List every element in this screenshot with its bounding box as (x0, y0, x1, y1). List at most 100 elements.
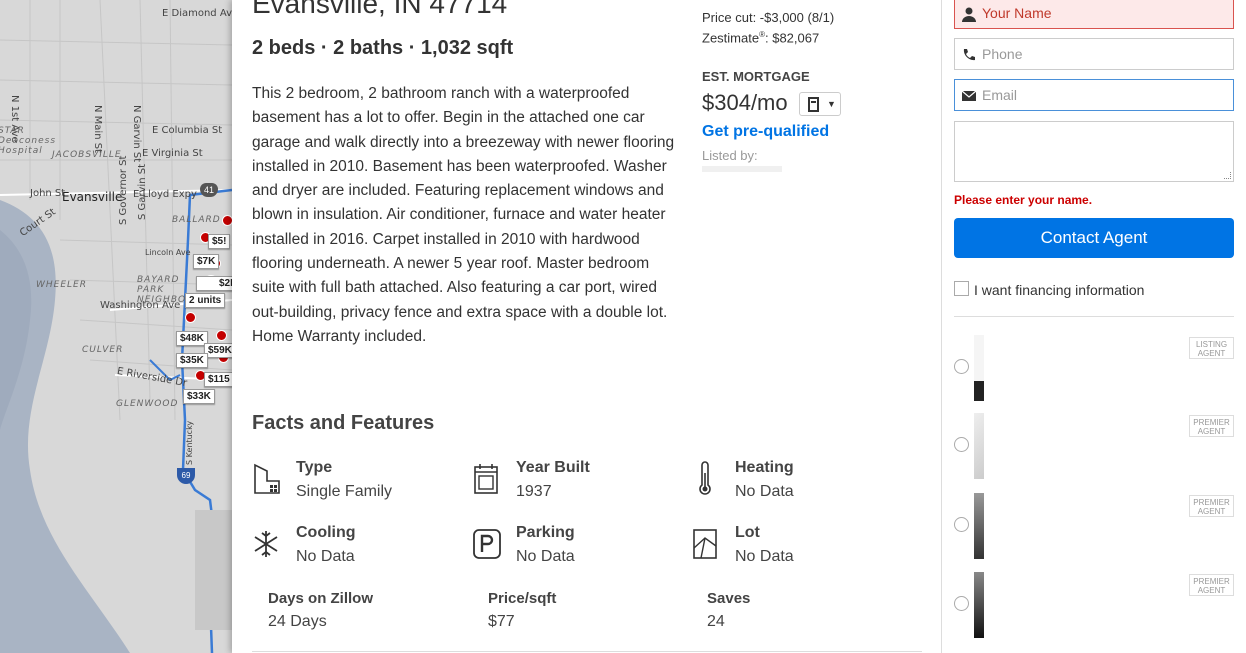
listed-by-label: Listed by: (702, 148, 758, 163)
stat-name: Saves (707, 590, 751, 607)
agent-radio[interactable] (954, 596, 969, 611)
listing-address: Evansville, IN 47714 (252, 0, 508, 19)
map-canvas[interactable] (0, 0, 232, 653)
price-tag[interactable]: $7K (193, 254, 220, 269)
name-placeholder: Your Name (982, 5, 1052, 21)
parking-icon (473, 529, 501, 559)
stat-name: Days on Zillow (268, 590, 374, 607)
prequalify-link[interactable]: Get pre-qualified (702, 123, 829, 141)
price-tag[interactable]: $33K (183, 389, 215, 404)
neighborhood-label: GLENWOOD (116, 399, 179, 409)
fact-value: No Data (735, 483, 794, 500)
agent-badge: PREMIER AGENT (1189, 415, 1234, 437)
building-icon (254, 463, 280, 494)
price-tag[interactable]: 2 units (185, 293, 226, 308)
map-pin[interactable] (222, 215, 232, 226)
name-field[interactable]: Your Name (954, 0, 1234, 29)
neighborhood-label: BALLARD (172, 215, 221, 225)
zestimate-value: : $82,067 (764, 30, 820, 46)
agent-badge: LISTING AGENT (1189, 337, 1234, 359)
agent-radio[interactable] (954, 437, 969, 452)
agent-radio[interactable] (954, 517, 969, 532)
neighborhood-label: JACOBSVILLE (52, 150, 122, 160)
city-label: Evansville (62, 190, 123, 204)
financing-label: I want financing information (974, 282, 1145, 298)
neighborhood-label: WHEELER (36, 280, 87, 290)
fact-name: Year Built (516, 459, 590, 476)
fact-value: No Data (735, 548, 794, 565)
fact-year-built: Year Built 1937 (472, 459, 672, 503)
street-label: S Governor St (118, 155, 129, 225)
street-label: S Garvin St (137, 164, 148, 220)
agent-option[interactable]: PREMIER AGENT (954, 493, 1234, 559)
fact-heating: Heating No Data (691, 459, 891, 503)
stat-value: 24 (707, 613, 725, 630)
street-label: S Kentucky (185, 420, 194, 465)
fact-name: Lot (735, 524, 760, 541)
price-tag[interactable]: $5! (208, 234, 231, 249)
fact-parking: Parking No Data (472, 524, 672, 568)
fact-name: Parking (516, 524, 575, 541)
agent-option[interactable]: PREMIER AGENT (954, 413, 1234, 479)
street-label: N Garvin St (131, 105, 142, 163)
lot-icon (693, 529, 717, 559)
stat-price-per-sqft: Price/sqft $77 (488, 590, 688, 631)
map-pin[interactable] (216, 330, 227, 341)
error-message: Please enter your name. (954, 193, 1093, 207)
email-placeholder: Email (982, 87, 1018, 103)
price-tag[interactable]: $2K (196, 276, 232, 291)
fact-lot: Lot No Data (691, 524, 891, 568)
fact-type: Type Single Family (252, 459, 452, 503)
map-panel[interactable]: E Diamond Ave N 1st Ave N Garvin St N Ma… (0, 0, 232, 653)
fact-name: Cooling (296, 524, 356, 541)
contact-agent-panel: Your Name Phone Email Please enter your … (941, 0, 1246, 653)
stat-value: 24 Days (268, 613, 327, 630)
agent-photo (974, 493, 984, 559)
fact-value: 1937 (516, 483, 552, 500)
agent-radio[interactable] (954, 359, 969, 374)
user-icon (962, 7, 976, 22)
neighborhood-label: CULVER (82, 345, 124, 355)
street-label: John St (30, 188, 66, 199)
fact-value: Single Family (296, 483, 393, 500)
price-tag[interactable]: $35K (176, 353, 208, 368)
contact-agent-button[interactable]: Contact Agent (954, 218, 1234, 258)
calendar-icon (474, 464, 498, 494)
phone-field[interactable]: Phone (954, 38, 1234, 70)
agent-option[interactable]: LISTING AGENT (954, 335, 1234, 401)
fact-name: Type (296, 459, 333, 476)
zestimate-label: Zestimate (702, 30, 760, 46)
agent-badge: PREMIER AGENT (1189, 574, 1234, 596)
listing-detail-panel: Evansville, IN 47714 2 beds · 2 baths · … (232, 0, 941, 653)
stat-value: $77 (488, 613, 515, 630)
email-field[interactable]: Email (954, 79, 1234, 111)
zestimate[interactable]: Zestimate®: $82,067 (702, 30, 819, 45)
message-textarea[interactable] (954, 121, 1234, 182)
agent-option[interactable]: PREMIER AGENT (954, 572, 1234, 638)
street-label: E Columbia St (152, 125, 223, 136)
mortgage-value: $304/mo (702, 90, 788, 115)
financing-checkbox[interactable] (954, 281, 969, 296)
phone-icon (963, 49, 975, 61)
stat-days-on-zillow: Days on Zillow 24 Days (268, 590, 468, 631)
chevron-down-icon: ▼ (827, 99, 836, 109)
price-tag[interactable]: $115 (204, 372, 232, 387)
street-label: E Virginia St (142, 148, 203, 159)
street-label: N Main St (92, 105, 103, 153)
route-shield: 41 (200, 183, 218, 197)
divider (954, 316, 1234, 317)
listing-summary: 2 beds · 2 baths · 1,032 sqft (252, 37, 514, 59)
listing-description: This 2 bedroom, 2 bathroom ranch with a … (252, 85, 675, 345)
price-tag[interactable]: $59K (204, 343, 232, 358)
envelope-icon (961, 90, 977, 101)
agent-badge: PREMIER AGENT (1189, 495, 1234, 517)
mortgage-label: EST. MORTGAGE (702, 69, 810, 84)
listed-by-value (702, 166, 782, 172)
calculator-icon (808, 97, 819, 112)
map-pin[interactable] (185, 312, 196, 323)
stat-saves: Saves 24 (707, 590, 907, 631)
divider (252, 651, 922, 652)
street-label: E Diamond Ave (162, 8, 232, 19)
fact-name: Heating (735, 459, 794, 476)
mortgage-calculator-dropdown[interactable]: ▼ (799, 92, 841, 116)
